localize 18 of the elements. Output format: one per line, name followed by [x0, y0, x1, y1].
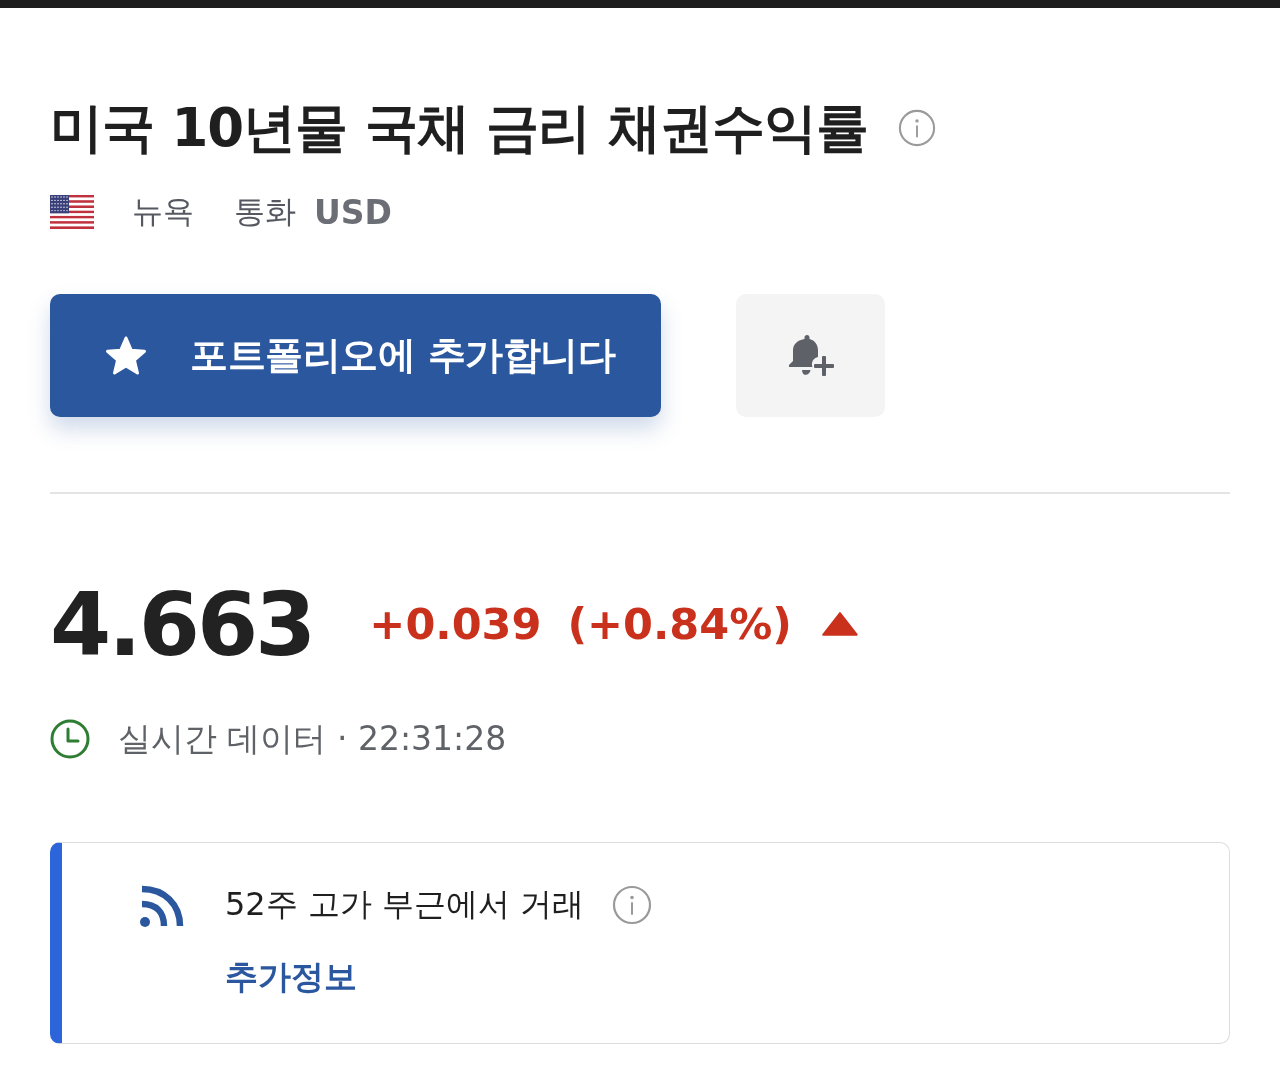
add-alert-button[interactable] — [736, 294, 885, 417]
star-icon — [104, 334, 148, 377]
page-title: 미국 10년물 국채 금리 채권수익률 — [50, 96, 868, 160]
more-info-link[interactable]: 추가정보 — [225, 955, 357, 1000]
flag-icon — [50, 195, 94, 229]
realtime-status: 실시간 데이터 · 22:31:28 — [118, 717, 507, 760]
currency-value: USD — [314, 192, 392, 232]
add-to-portfolio-button[interactable]: 포트폴리오에 추가합니다 — [50, 294, 661, 417]
info-icon[interactable] — [612, 885, 653, 925]
price-change: +0.039 — [369, 599, 542, 649]
clock-icon — [50, 719, 90, 759]
rss-icon — [138, 885, 184, 929]
exchange-label: 뉴욕 — [132, 192, 194, 231]
info-icon[interactable] — [897, 109, 936, 147]
percent-change: (+0.84%) — [567, 599, 792, 649]
currency-label: 통화 — [234, 192, 296, 231]
signal-title: 52주 고가 부근에서 거래 — [225, 884, 585, 925]
price-value: 4.663 — [50, 572, 314, 676]
